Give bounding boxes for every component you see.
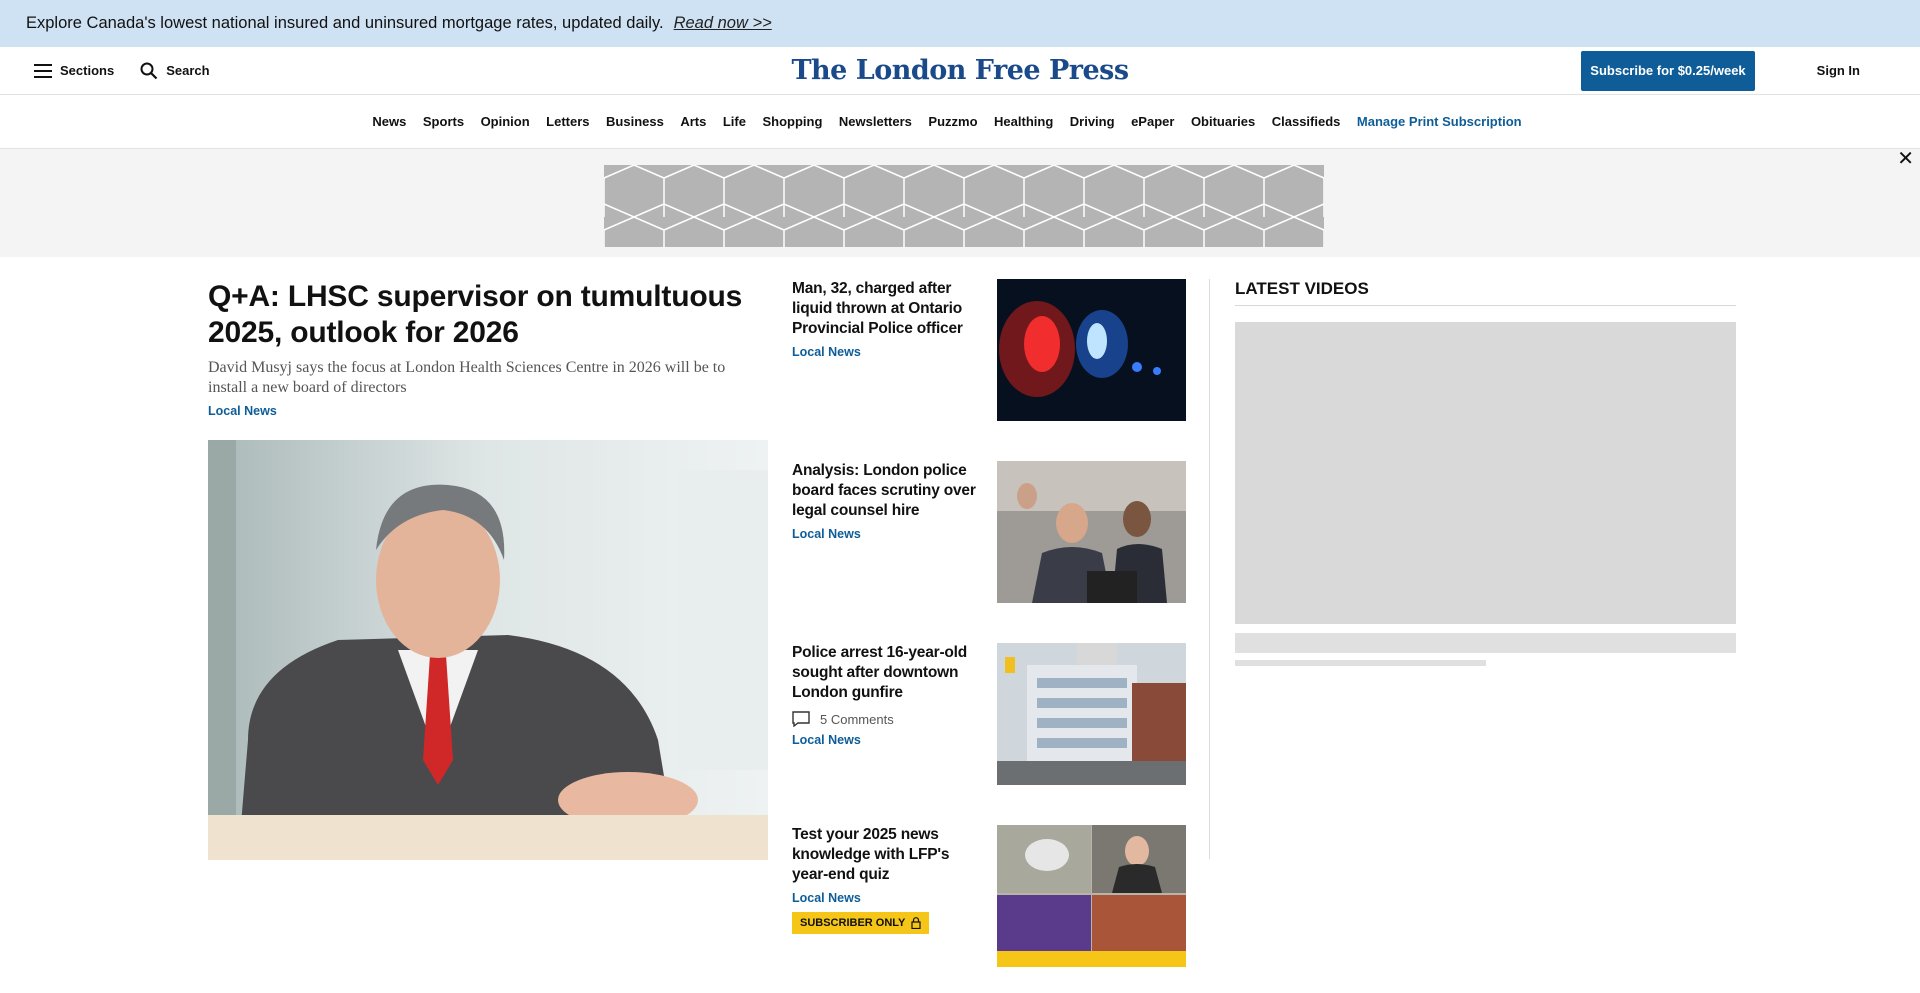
subscriber-only-label: SUBSCRIBER ONLY — [800, 917, 906, 929]
column-divider — [1209, 279, 1210, 859]
nav-item-puzzmo[interactable]: Puzzmo — [928, 114, 977, 129]
sections-button[interactable]: Sections — [34, 63, 114, 78]
story-item: Man, 32, charged after liquid thrown at … — [792, 279, 1187, 421]
story-item: Analysis: London police board faces scru… — [792, 461, 1187, 603]
lead-story-category[interactable]: Local News — [208, 404, 768, 418]
video-meta-placeholder — [1235, 660, 1486, 666]
subscriber-only-badge: SUBSCRIBER ONLY — [792, 912, 930, 934]
promo-read-now-link[interactable]: Read now >> — [674, 14, 772, 33]
story-title[interactable]: Police arrest 16-year-old sought after d… — [792, 643, 984, 703]
comment-icon — [792, 711, 810, 727]
promo-banner: Explore Canada's lowest national insured… — [0, 0, 1920, 47]
menu-icon — [34, 63, 52, 78]
nav-item-healthing[interactable]: Healthing — [994, 114, 1053, 129]
search-button[interactable]: Search — [140, 62, 210, 80]
story-image[interactable] — [997, 825, 1186, 967]
video-title-placeholder — [1235, 633, 1736, 653]
story-image[interactable] — [997, 279, 1186, 421]
ad-banner-area: ✕ — [0, 149, 1920, 257]
nav-item-business[interactable]: Business — [606, 114, 664, 129]
nav-item-sports[interactable]: Sports — [423, 114, 464, 129]
close-icon[interactable]: ✕ — [1897, 149, 1914, 169]
latest-videos: LATEST VIDEOS — [1235, 279, 1736, 666]
ad-placeholder[interactable] — [604, 165, 1324, 247]
story-image[interactable] — [997, 461, 1186, 603]
story-title[interactable]: Test your 2025 news knowledge with LFP's… — [792, 825, 984, 885]
nav-item-obituaries[interactable]: Obituaries — [1191, 114, 1255, 129]
story-title[interactable]: Man, 32, charged after liquid thrown at … — [792, 279, 984, 339]
main-nav: News Sports Opinion Letters Business Art… — [0, 95, 1920, 149]
sign-in-link[interactable]: Sign In — [1817, 63, 1860, 78]
video-player-placeholder[interactable] — [1235, 322, 1736, 624]
nav-item-shopping[interactable]: Shopping — [762, 114, 822, 129]
nav-item-manage-print-subscription[interactable]: Manage Print Subscription — [1357, 114, 1522, 129]
nav-item-newsletters[interactable]: Newsletters — [839, 114, 912, 129]
story-item: Police arrest 16-year-old sought after d… — [792, 643, 1187, 785]
story-title[interactable]: Analysis: London police board faces scru… — [792, 461, 984, 521]
lock-icon — [911, 917, 921, 929]
nav-item-epaper[interactable]: ePaper — [1131, 114, 1174, 129]
nav-item-news[interactable]: News — [372, 114, 406, 129]
story-image[interactable] — [997, 643, 1186, 785]
comments-count: 5 Comments — [820, 711, 894, 727]
nav-item-arts[interactable]: Arts — [680, 114, 706, 129]
latest-videos-heading: LATEST VIDEOS — [1235, 279, 1736, 306]
nav-item-letters[interactable]: Letters — [546, 114, 589, 129]
subscribe-button[interactable]: Subscribe for $0.25/week — [1581, 50, 1755, 91]
lead-story: Q+A: LHSC supervisor on tumultuous 2025,… — [208, 279, 768, 418]
promo-text: Explore Canada's lowest national insured… — [26, 14, 664, 32]
sections-label: Sections — [60, 63, 115, 78]
site-logo[interactable]: The London Free Press — [791, 55, 1129, 86]
search-icon — [140, 62, 158, 79]
lead-story-deck: David Musyj says the focus at London Hea… — [208, 359, 726, 396]
lead-story-title[interactable]: Q+A: LHSC supervisor on tumultuous 2025,… — [208, 279, 768, 351]
nav-item-driving[interactable]: Driving — [1070, 114, 1115, 129]
nav-item-life[interactable]: Life — [723, 114, 746, 129]
main-content: Q+A: LHSC supervisor on tumultuous 2025,… — [0, 257, 1920, 967]
story-item: Test your 2025 news knowledge with LFP's… — [792, 825, 1187, 967]
lead-story-image[interactable] — [208, 440, 768, 860]
nav-item-opinion[interactable]: Opinion — [481, 114, 530, 129]
ad-pattern — [604, 165, 1324, 247]
site-header: Sections Search The London Free Press Su… — [0, 47, 1920, 95]
search-label: Search — [166, 63, 210, 78]
nav-item-classifieds[interactable]: Classifieds — [1272, 114, 1341, 129]
